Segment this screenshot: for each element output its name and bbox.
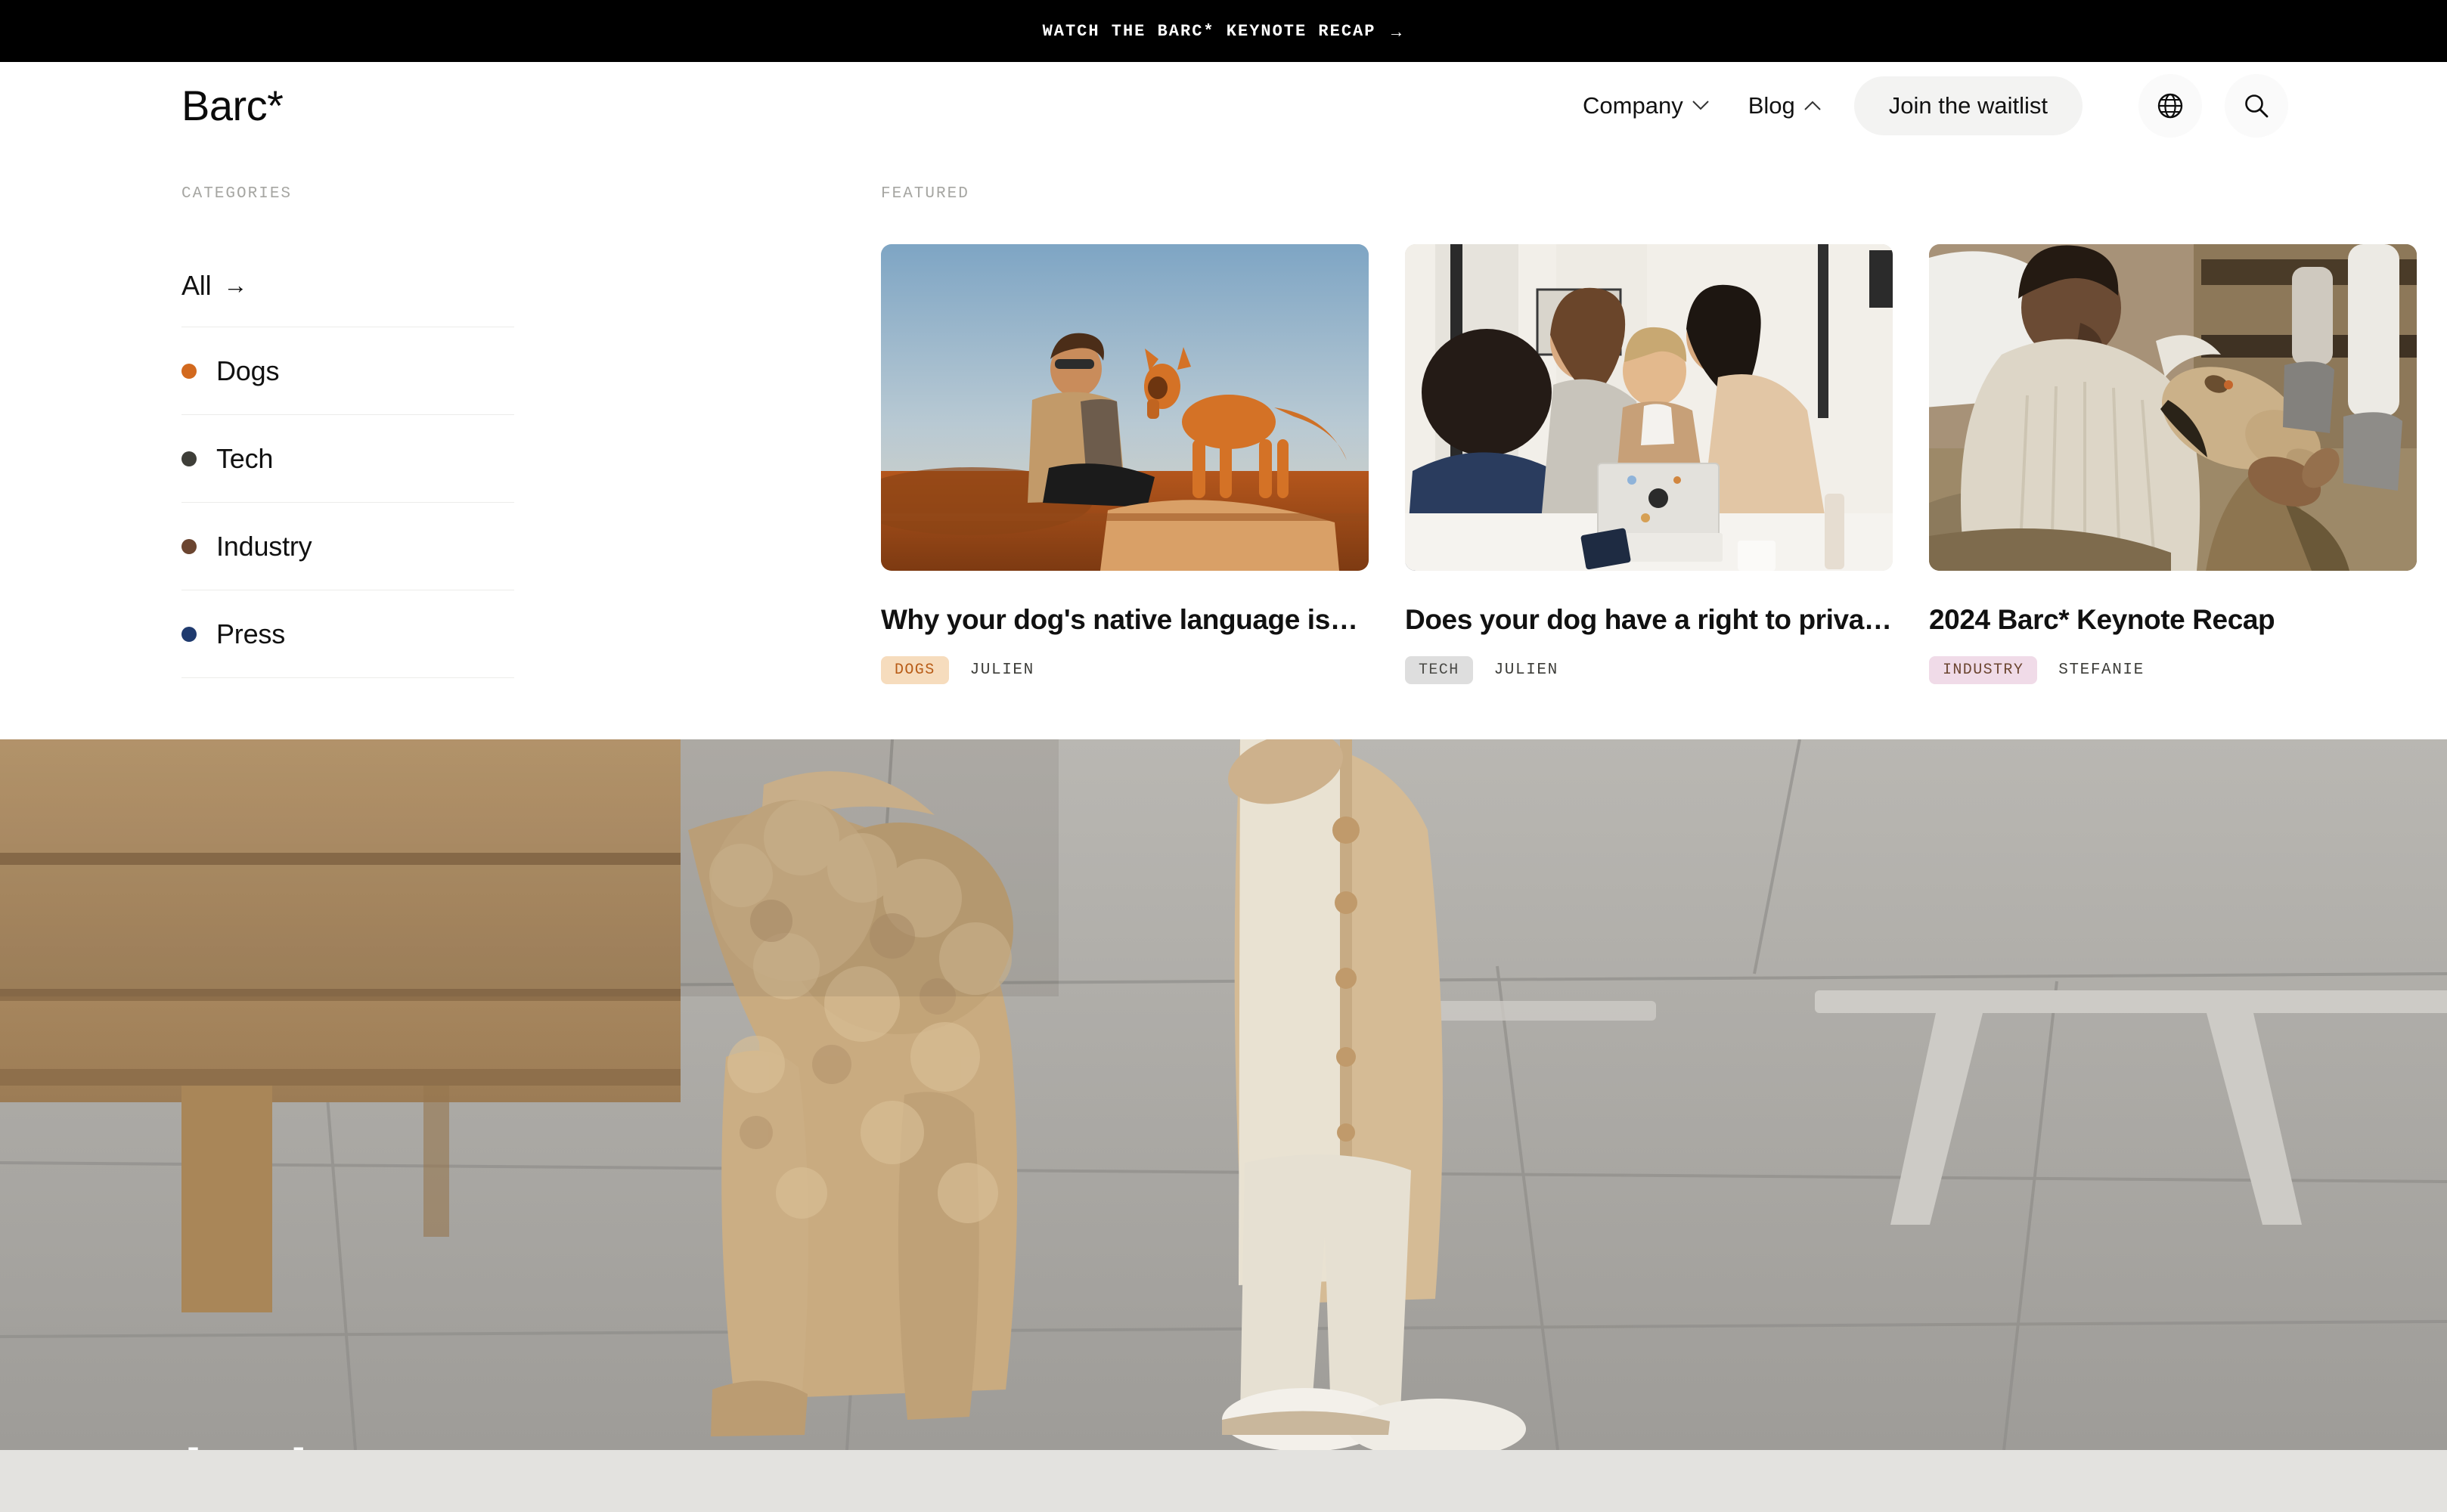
featured-card-thumbnail[interactable] <box>1405 244 1893 571</box>
chevron-up-icon <box>1804 98 1821 114</box>
globe-icon <box>2155 91 2185 121</box>
blog-dropdown-panel: CATEGORIES All → Dogs Tech Industry Pres… <box>0 149 2447 739</box>
announcement-text: WATCH THE BARC* KEYNOTE RECAP <box>1042 21 1376 41</box>
category-item-all-label: All → <box>181 269 248 301</box>
category-item-all[interactable]: All → <box>181 244 514 327</box>
primary-nav: Company Blog Join the waitlist <box>1563 73 2288 138</box>
hero-headline: in human <box>181 1435 601 1451</box>
category-item-industry[interactable]: Industry <box>181 503 514 590</box>
featured-card-title: Why your dog's native language isn't do… <box>881 604 1369 635</box>
category-dot-press <box>181 626 197 642</box>
globe-icon-button[interactable] <box>2138 73 2202 138</box>
arrow-right-icon: → <box>1388 22 1405 41</box>
featured-card-title: Does your dog have a right to privacy? <box>1405 604 1893 635</box>
dog-jumping-on-person-outdoors-video <box>0 739 2447 1450</box>
hero-section: in human Join the waitlist <box>0 739 2447 1450</box>
featured-card-author: JULIEN <box>1493 661 1558 679</box>
category-item-press-label: Press <box>216 618 286 649</box>
category-dot-tech <box>181 451 197 466</box>
announcement-link[interactable]: WATCH THE BARC* KEYNOTE RECAP → <box>1043 22 1405 41</box>
featured-card-thumbnail[interactable] <box>881 244 1369 571</box>
logo[interactable]: Barc* <box>181 84 284 127</box>
category-item-industry-label: Industry <box>216 530 312 562</box>
category-item-dogs[interactable]: Dogs <box>181 327 514 415</box>
featured-card-author: STEFANIE <box>2058 661 2145 679</box>
status-badge[interactable]: TECH <box>1405 655 1473 684</box>
categories-label: CATEGORIES <box>181 185 293 203</box>
nav-item-company[interactable]: Company <box>1563 82 1729 130</box>
announcement-bar[interactable]: WATCH THE BARC* KEYNOTE RECAP → <box>0 0 2447 62</box>
chevron-down-icon <box>1692 98 1709 114</box>
featured-card[interactable]: Does your dog have a right to privacy? T… <box>1405 244 1893 684</box>
nav-item-company-label: Company <box>1583 91 1683 119</box>
status-badge[interactable]: INDUSTRY <box>1929 655 2038 684</box>
featured-card-meta: DOGS JULIEN <box>881 655 1369 684</box>
featured-card[interactable]: 2024 Barc* Keynote Recap INDUSTRY STEFAN… <box>1929 244 2417 684</box>
featured-card-author: JULIEN <box>969 661 1034 679</box>
featured-card-title: 2024 Barc* Keynote Recap <box>1929 604 2275 635</box>
man-with-dog-sunset-photo <box>881 244 1369 571</box>
featured-card-meta: INDUSTRY STEFANIE <box>1929 655 2417 684</box>
featured-card-thumbnail[interactable] <box>1929 244 2417 571</box>
office-team-around-laptop-photo <box>1405 244 1893 571</box>
person-hugging-dog-photo <box>1929 244 2417 571</box>
status-badge[interactable]: DOGS <box>881 655 949 684</box>
category-item-tech-label: Tech <box>216 442 274 474</box>
featured-grid: Why your dog's native language isn't do…… <box>881 244 2417 684</box>
featured-column: FEATURED Why your dog's native language … <box>514 149 2417 739</box>
category-dot-dogs <box>181 363 197 379</box>
arrow-right-icon: → <box>223 271 248 299</box>
nav-item-blog-label: Blog <box>1748 91 1795 119</box>
category-item-dogs-label: Dogs <box>216 355 280 386</box>
nav-item-blog[interactable]: Blog <box>1729 82 1841 130</box>
featured-label: FEATURED <box>881 185 969 203</box>
featured-card[interactable]: Why your dog's native language isn't do…… <box>881 244 1369 684</box>
categories-column: CATEGORIES All → Dogs Tech Industry Pres… <box>181 149 514 739</box>
categories-list: All → Dogs Tech Industry Press <box>181 244 514 678</box>
site-header: Barc* Company Blog Join the waitlist <box>0 62 2447 149</box>
page-bottom-strip <box>0 1450 2447 1512</box>
join-waitlist-nav-button[interactable]: Join the waitlist <box>1853 76 2083 135</box>
search-icon-button[interactable] <box>2225 73 2288 138</box>
search-icon <box>2241 91 2272 121</box>
featured-card-meta: TECH JULIEN <box>1405 655 1893 684</box>
category-dot-industry <box>181 538 197 554</box>
category-item-tech[interactable]: Tech <box>181 415 514 503</box>
category-item-press[interactable]: Press <box>181 590 514 678</box>
